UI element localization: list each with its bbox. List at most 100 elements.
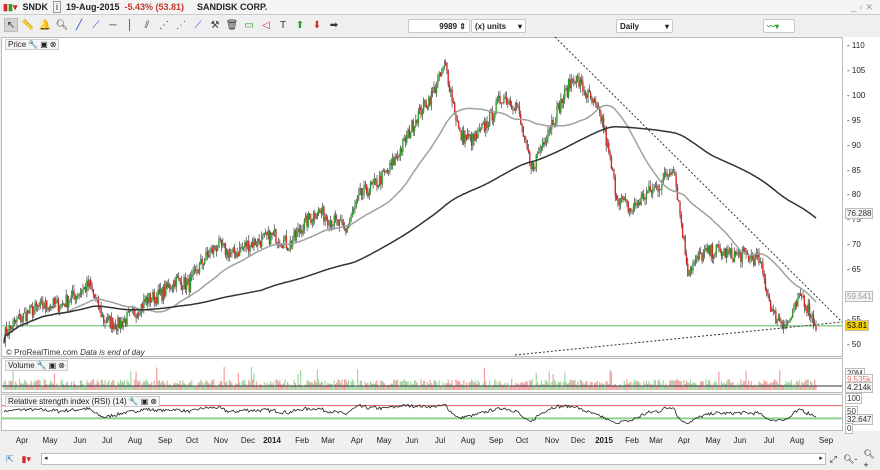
candle [455,114,457,121]
volume-bar [654,380,657,390]
close-icon[interactable]: ⊗ [58,361,65,370]
window-icon[interactable]: ▣ [40,40,48,49]
volume-bar [709,380,711,390]
volume-bar [354,386,356,390]
horizontal-scrollbar[interactable]: ◂ ▸ [41,453,826,465]
candle [267,230,269,236]
candle [609,152,611,157]
candle [201,258,203,264]
volume-bar [94,386,96,390]
volume-bar [254,386,256,390]
candle [615,195,618,200]
volume-bar [647,383,649,390]
volume-bar [279,380,281,390]
candle [87,280,89,287]
candle [553,123,556,125]
candle-style-icon[interactable]: ▮▾ [22,454,31,465]
close-icon[interactable]: ⊗ [50,40,57,49]
volume-bar [21,383,23,390]
scroll-right-icon[interactable]: ▸ [819,454,823,464]
candle [789,318,791,323]
volume-bar [363,386,365,390]
candle [552,119,554,125]
candle [101,315,104,318]
zoom-in-icon[interactable]: 🔍︎+ [863,449,880,470]
volume-bar [42,386,44,390]
candle [723,248,725,252]
volume-bar [445,383,447,390]
candle [187,278,189,282]
volume-bar [529,379,531,390]
candle [812,314,815,324]
candle [3,342,5,344]
volume-bar [608,384,610,390]
volume-bar [349,386,351,390]
wrench-icon[interactable]: 🔧 [129,397,139,406]
candle [720,250,723,256]
candle [65,295,67,307]
candle [656,186,658,187]
volume-bar [604,386,606,390]
volume-bar [573,380,575,390]
candle [345,228,347,233]
candle [810,317,812,318]
wrench-icon[interactable]: 🔧 [37,361,47,370]
candle [253,239,255,248]
zoom-fit-icon[interactable]: ⤢ [830,454,837,465]
volume-bar [22,383,25,390]
candle [688,273,690,276]
volume-bar [57,386,59,390]
volume-bar [763,379,765,390]
candle [160,288,162,294]
volume-bar [665,383,667,390]
candle [784,325,786,329]
volume-bar [355,386,357,390]
volume-bar [165,386,167,390]
candle [334,215,337,219]
candle [83,286,85,290]
candle [103,315,105,323]
candle [44,300,47,309]
volume-bar [814,379,816,390]
candle [667,175,670,177]
zoom-out-icon[interactable]: 🔍︎- [843,454,857,465]
volume-bar [166,380,168,390]
candle [653,187,655,189]
candle [254,239,256,246]
candle [488,111,491,127]
volume-bar [522,383,524,390]
candle [759,261,762,264]
volume-bar [483,367,486,390]
volume-bar [433,379,435,390]
volume-bar [441,386,443,390]
volume-bar [318,379,320,390]
candle [557,102,559,107]
export-icon[interactable]: ⇱ [6,454,14,465]
candle [772,308,774,311]
candle [685,254,688,264]
volume-bar [211,379,214,390]
candle [716,244,719,246]
scroll-left-icon[interactable]: ◂ [44,454,48,464]
candle [342,223,345,227]
volume-bar [447,379,449,390]
candle [531,162,534,169]
volume-bar [586,380,588,390]
candle [670,172,672,175]
volume-bar [343,379,346,390]
volume-bar [83,386,85,390]
candle [522,126,525,137]
candle [336,218,338,220]
volume-bar [377,384,379,390]
candle [29,305,31,314]
wrench-icon[interactable]: 🔧 [28,40,38,49]
candle [613,170,615,177]
window-icon[interactable]: ▣ [49,361,57,370]
candle [219,238,221,240]
volume-bar [489,380,491,390]
candle [399,148,401,158]
volume-bar [44,379,47,390]
candle [767,293,769,296]
close-icon[interactable]: ⊗ [150,397,157,406]
window-icon[interactable]: ▣ [141,397,149,406]
